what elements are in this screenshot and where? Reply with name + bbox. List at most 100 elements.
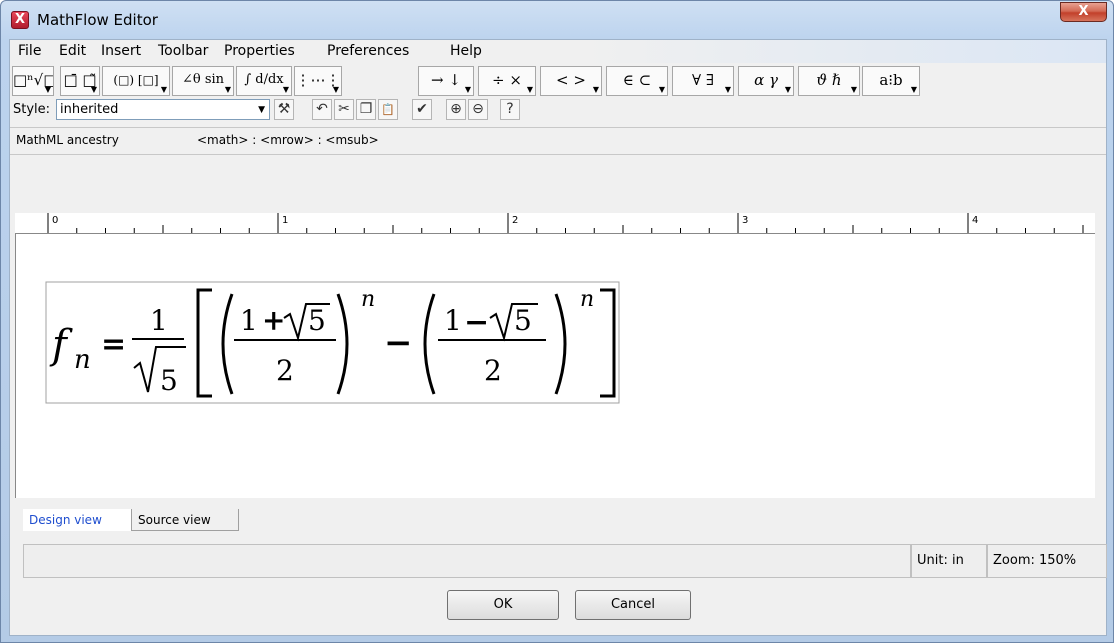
style-bar: Style: inherited ▼ ⚒ ↶ ✂ ❐ 📋 ✔ ⊕ ⊖ ? (10, 98, 1106, 124)
copy-icon: ❐ (359, 101, 373, 117)
undo-button[interactable]: ↶ (312, 99, 332, 120)
window-title: MathFlow Editor (37, 11, 158, 29)
chevron-down-icon: ▼ (658, 85, 665, 94)
greek-palette-button[interactable]: α γ ▼ (738, 66, 794, 96)
eq-equals: = (101, 327, 126, 362)
menu-properties[interactable]: Properties (224, 43, 295, 59)
chevron-down-icon: ▼ (282, 85, 289, 94)
accent-palette-button[interactable]: □̄ □̃ ▼ (60, 66, 100, 96)
calculus-palette-icon: ∫ d/dx (244, 72, 284, 87)
check-button[interactable]: ✔ (412, 99, 432, 120)
properties-wrench-icon: ⚒ (277, 101, 291, 117)
menu-bar: File Edit Insert Toolbar Properties Pref… (10, 40, 1106, 63)
chevron-down-icon: ▼ (724, 85, 731, 94)
style-label: Style: (13, 102, 51, 117)
fence-palette-icon: (□) [□] (113, 73, 159, 87)
mathflow-app-icon: X (11, 11, 29, 29)
arrow-palette-icon: → ↓ (431, 71, 461, 89)
ok-button[interactable]: OK (447, 590, 559, 620)
ruler-mark-2: 2 (512, 215, 518, 226)
arrow-palette-button[interactable]: → ↓ ▼ (418, 66, 474, 96)
ruler-ticks: 0 1 2 3 4 (47, 213, 1084, 233)
eq-five-a: 5 (308, 304, 326, 337)
help-button[interactable]: ? (500, 99, 520, 120)
mathml-ancestry-bar: MathML ancestry <math> : <mrow> : <msub> (10, 127, 1106, 155)
zoom-in-button[interactable]: ⊕ (446, 99, 466, 120)
menu-insert[interactable]: Insert (101, 43, 141, 59)
menu-edit[interactable]: Edit (59, 43, 86, 59)
eq-sub-n: n (74, 345, 91, 375)
status-zoom: Zoom: 150% (987, 544, 1107, 578)
symbol-palette-icon: ϑ ℏ (816, 71, 842, 89)
chevron-down-icon: ▼ (526, 85, 533, 94)
chevron-down-icon: ▼ (784, 85, 791, 94)
zoom-in-icon: ⊕ (450, 101, 462, 117)
help-icon: ? (506, 101, 514, 117)
trig-palette-button[interactable]: ∠θ sin ▼ (172, 66, 234, 96)
eq-exp-n-a: n (361, 287, 375, 312)
eq-two-a: 2 (276, 354, 294, 387)
chevron-down-icon: ▼ (224, 85, 231, 94)
relation-palette-button[interactable]: < > ▼ (540, 66, 602, 96)
chevron-down-icon: ▼ (592, 85, 599, 94)
palette-toolbar: □ⁿ√□ ▼ □̄ □̃ ▼ (□) [□] ▼ ∠θ sin ▼ ∫ d/dx ▼ ⋮⋯… (10, 64, 1106, 96)
cut-icon: ✂ (338, 101, 350, 117)
ruler-mark-3: 3 (742, 215, 748, 226)
properties-wrench-button[interactable]: ⚒ (274, 99, 294, 120)
ancestry-path: <math> : <mrow> : <msub> (197, 133, 379, 147)
paste-button[interactable]: 📋 (378, 99, 398, 120)
ruler-mark-0: 0 (52, 215, 58, 226)
spacing-palette-button[interactable]: a⁝b ▼ (862, 66, 920, 96)
eq-one-a: 1 (240, 304, 258, 337)
menu-file[interactable]: File (18, 43, 41, 59)
ruler-mark-4: 4 (972, 215, 978, 226)
close-window-button[interactable]: X (1060, 2, 1107, 22)
eq-frac-one: 1 (150, 304, 168, 337)
paste-icon: 📋 (381, 103, 395, 116)
equation-editor-canvas[interactable]: f n = 1 5 1 + 5 2 n − 1 − 5 2 n (15, 233, 1095, 498)
mathflow-editor-window: X MathFlow Editor X File Edit Insert Too… (0, 0, 1114, 643)
cut-button[interactable]: ✂ (334, 99, 354, 120)
eq-exp-n-b: n (580, 287, 594, 312)
status-bar: Unit: in Zoom: 150% (23, 544, 1107, 578)
set-palette-button[interactable]: ∈ ⊂ ▼ (606, 66, 668, 96)
menu-toolbar[interactable]: Toolbar (158, 43, 208, 59)
eq-five-b: 5 (514, 304, 532, 337)
chevron-down-icon: ▼ (44, 85, 51, 94)
zoom-out-button[interactable]: ⊖ (468, 99, 488, 120)
cancel-button[interactable]: Cancel (575, 590, 691, 620)
logic-palette-icon: ∀ ∃ (692, 71, 714, 89)
chevron-down-icon: ▼ (90, 85, 97, 94)
tab-source-view[interactable]: Source view (131, 509, 239, 531)
style-select-value: inherited (60, 102, 119, 117)
operator-palette-button[interactable]: ÷ × ▼ (478, 66, 536, 96)
eq-minus: − (384, 323, 413, 363)
status-message (23, 544, 911, 578)
chevron-down-icon: ▼ (464, 85, 471, 94)
eq-root-five: 5 (160, 364, 178, 397)
logic-palette-button[interactable]: ∀ ∃ ▼ (672, 66, 734, 96)
menu-help[interactable]: Help (450, 43, 482, 59)
copy-button[interactable]: ❐ (356, 99, 376, 120)
style-select[interactable]: inherited ▼ (56, 99, 270, 120)
chevron-down-icon: ▼ (910, 85, 917, 94)
greek-palette-icon: α γ (754, 71, 778, 89)
eq-minus-inner: − (464, 305, 489, 340)
title-bar[interactable]: X MathFlow Editor X (1, 1, 1113, 39)
operator-palette-icon: ÷ × (492, 71, 522, 89)
symbol-palette-button[interactable]: ϑ ℏ ▼ (798, 66, 860, 96)
matrix-palette-button[interactable]: ⋮⋯⋮ ▼ (294, 66, 342, 96)
undo-icon: ↶ (316, 101, 328, 117)
equation-bounding-box (45, 281, 620, 404)
chevron-down-icon: ▼ (160, 85, 167, 94)
zoom-out-icon: ⊖ (472, 101, 484, 117)
tab-design-view[interactable]: Design view (23, 509, 131, 531)
script-radical-palette-button[interactable]: □ⁿ√□ ▼ (12, 66, 54, 96)
chevron-down-icon: ▼ (258, 105, 265, 115)
fence-palette-button[interactable]: (□) [□] ▼ (102, 66, 170, 96)
set-palette-icon: ∈ ⊂ (622, 71, 652, 89)
calculus-palette-button[interactable]: ∫ d/dx ▼ (236, 66, 292, 96)
menu-preferences[interactable]: Preferences (327, 43, 409, 59)
spacing-palette-icon: a⁝b (879, 71, 903, 89)
ruler: 0 1 2 3 4 (15, 213, 1095, 233)
